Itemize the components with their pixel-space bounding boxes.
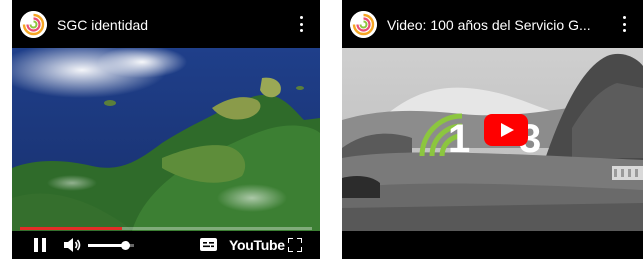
player-top-bar: SGC identidad [12,0,320,48]
player-top-bar: Video: 100 años del Servicio G... [342,0,643,48]
sgc-spiral-logo-icon[interactable] [20,11,47,38]
video-title[interactable]: Video: 100 años del Servicio G... [387,17,591,33]
volume-slider[interactable] [88,241,134,250]
video-title[interactable]: SGC identidad [57,17,148,33]
video-frame-satellite-map[interactable] [12,48,320,231]
more-vertical-icon[interactable] [296,14,306,34]
player-control-bar: YouTube [12,227,320,259]
youtube-play-icon[interactable] [484,114,528,146]
captions-icon[interactable] [200,238,217,251]
video-player-100-anos[interactable]: 1 3 Video: 100 años del Servicio G... [342,0,643,259]
player-bottom-bar [342,231,643,259]
pause-icon[interactable] [34,238,46,252]
more-vertical-icon[interactable] [619,14,629,34]
video-player-sgc-identidad[interactable]: SGC identidad YouTube [12,0,320,259]
youtube-link[interactable]: YouTube [229,237,285,253]
sgc-spiral-logo-icon[interactable] [350,11,377,38]
progress-bar[interactable] [20,227,312,230]
logo-digit-left: 1 [448,117,470,161]
volume-slider-fill [88,244,125,247]
volume-slider-knob[interactable] [120,241,130,250]
volume-icon[interactable] [64,238,82,252]
fullscreen-icon[interactable] [287,237,303,253]
progress-bar-fill [20,227,123,230]
